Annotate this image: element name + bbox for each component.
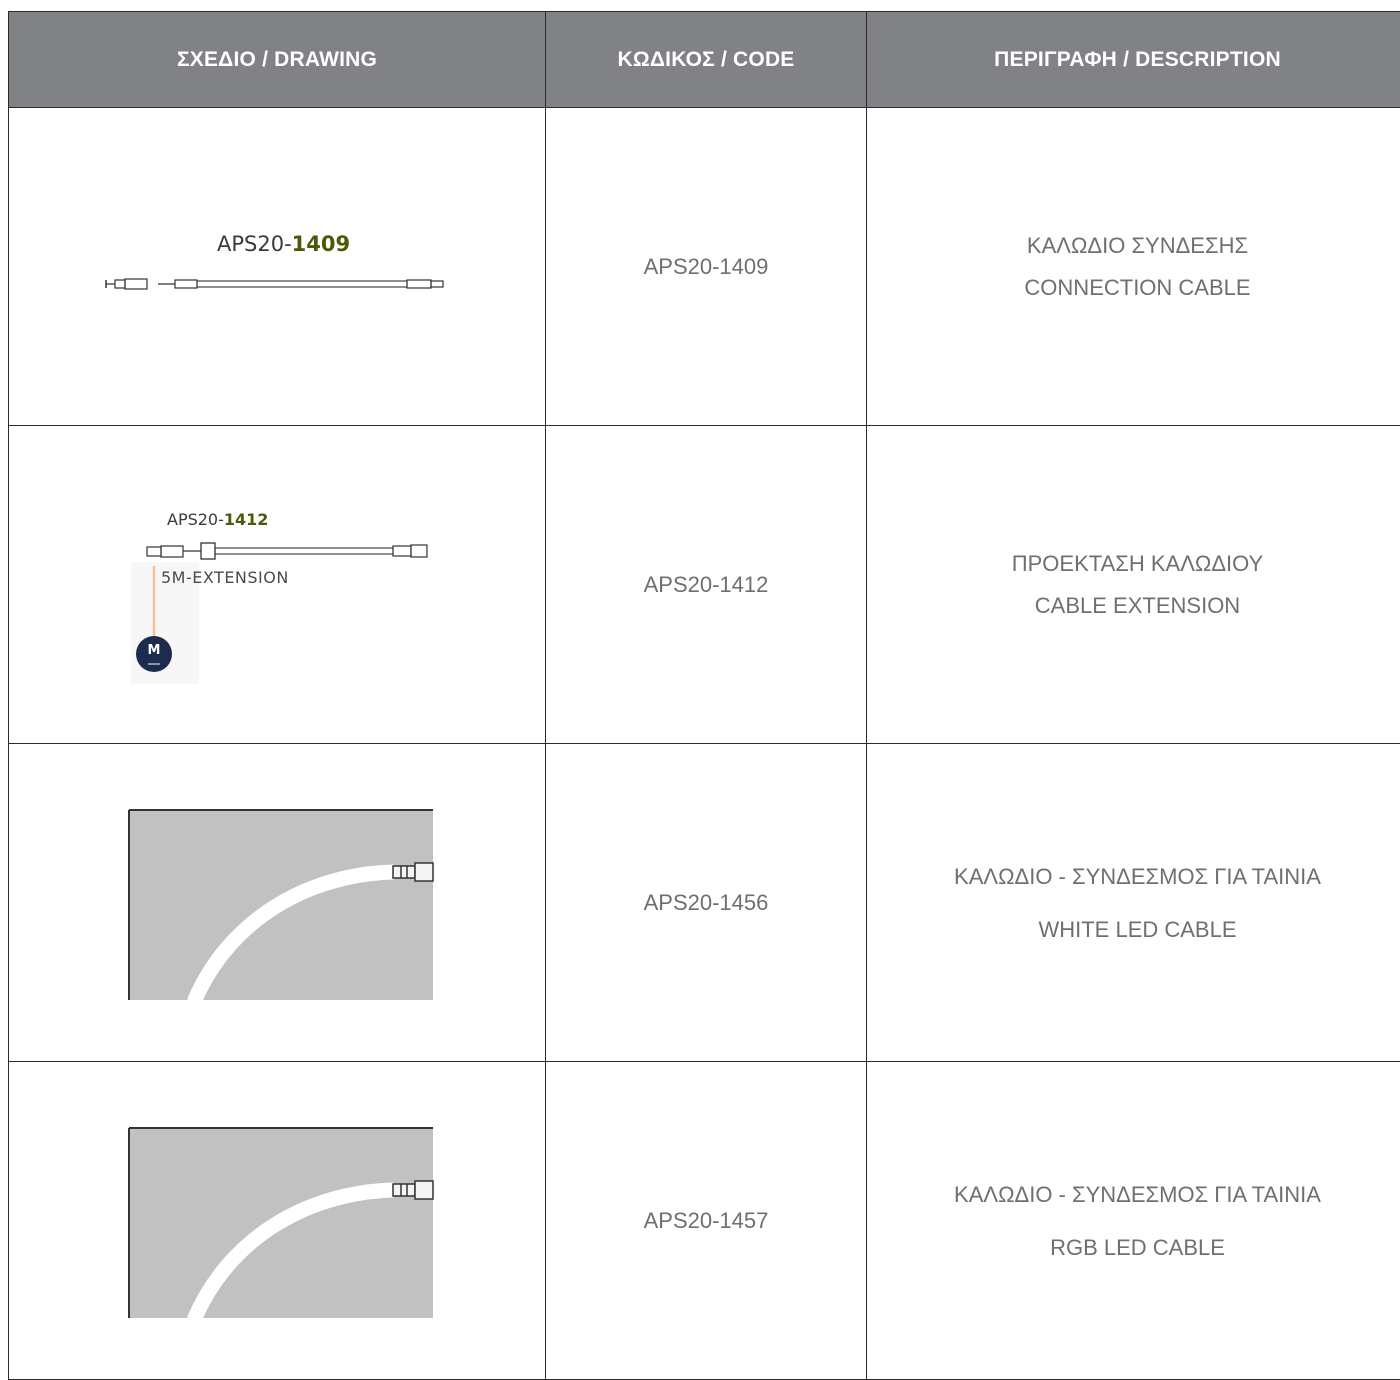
description-cell: ΚΑΛΩΔΙΟ - ΣΥΝΔΕΣΜΟΣ ΓΙΑ ΤΑΙΝΙΑ RGB LED C…: [867, 1062, 1400, 1380]
connection-cable-drawing: APS20-1409: [9, 108, 546, 425]
drawing-label: APS20-1412: [167, 510, 268, 529]
white-led-cable-drawing: [9, 744, 546, 1061]
connection-cable-illustration: [9, 108, 546, 425]
header-drawing: ΣΧΕΔΙΟ / DRAWING: [9, 12, 546, 108]
m-badge-icon: M: [136, 636, 172, 672]
description-cell: ΠΡΟΕΚΤΑΣΗ ΚΑΛΩΔΙΟΥ CABLE EXTENSION: [867, 426, 1400, 744]
rgb-led-cable-drawing: [9, 1062, 546, 1379]
description-english: CABLE EXTENSION: [867, 585, 1400, 627]
description-greek: ΚΑΛΩΔΙΟ ΣΥΝΔΕΣΗΣ: [867, 225, 1400, 267]
drawing-cell: [9, 744, 546, 1062]
description-greek: ΚΑΛΩΔΙΟ - ΣΥΝΔΕΣΜΟΣ ΓΙΑ ΤΑΙΝΙΑ: [867, 1168, 1400, 1221]
code-cell: APS20-1409: [546, 108, 867, 426]
description-cell: ΚΑΛΩΔΙΟ ΣΥΝΔΕΣΗΣ CONNECTION CABLE: [867, 108, 1400, 426]
description-greek: ΠΡΟΕΚΤΑΣΗ ΚΑΛΩΔΙΟΥ: [867, 543, 1400, 585]
drawing-cell: APS20-1412 5M-EXTENSION M: [9, 426, 546, 744]
drawing-cell: [9, 1062, 546, 1380]
drawing-label: APS20-1409: [217, 232, 350, 256]
drawing-cell: APS20-1409: [9, 108, 546, 426]
table-header-row: ΣΧΕΔΙΟ / DRAWING ΚΩΔΙΚΟΣ / CODE ΠΕΡΙΓΡΑΦ…: [9, 12, 1400, 108]
description-greek: ΚΑΛΩΔΙΟ - ΣΥΝΔΕΣΜΟΣ ΓΙΑ ΤΑΙΝΙΑ: [867, 850, 1400, 903]
header-description: ΠΕΡΙΓΡΑΦΗ / DESCRIPTION: [867, 12, 1400, 108]
table-row: APS20-1412 5M-EXTENSION M APS20-1412 ΠΡΟ…: [9, 426, 1400, 744]
description-english: RGB LED CABLE: [867, 1221, 1400, 1274]
description-english: CONNECTION CABLE: [867, 267, 1400, 309]
cable-extension-drawing: APS20-1412 5M-EXTENSION M: [9, 426, 546, 743]
drawing-sublabel: 5M-EXTENSION: [161, 568, 289, 587]
header-code: ΚΩΔΙΚΟΣ / CODE: [546, 12, 867, 108]
rgb-led-cable-illustration: [9, 1062, 546, 1379]
description-cell: ΚΑΛΩΔΙΟ - ΣΥΝΔΕΣΜΟΣ ΓΙΑ ΤΑΙΝΙΑ WHITE LED…: [867, 744, 1400, 1062]
table-row: APS20-1409 APS20-1409 ΚΑΛΩΔΙΟ ΣΥΝΔΕΣΗΣ C…: [9, 108, 1400, 426]
description-english: WHITE LED CABLE: [867, 903, 1400, 956]
table-row: APS20-1457 ΚΑΛΩΔΙΟ - ΣΥΝΔΕΣΜΟΣ ΓΙΑ ΤΑΙΝΙ…: [9, 1062, 1400, 1380]
white-led-cable-illustration: [9, 744, 546, 1061]
table-row: APS20-1456 ΚΑΛΩΔΙΟ - ΣΥΝΔΕΣΜΟΣ ΓΙΑ ΤΑΙΝΙ…: [9, 744, 1400, 1062]
product-table: ΣΧΕΔΙΟ / DRAWING ΚΩΔΙΚΟΣ / CODE ΠΕΡΙΓΡΑΦ…: [8, 11, 1400, 1380]
code-cell: APS20-1456: [546, 744, 867, 1062]
code-cell: APS20-1412: [546, 426, 867, 744]
code-cell: APS20-1457: [546, 1062, 867, 1380]
